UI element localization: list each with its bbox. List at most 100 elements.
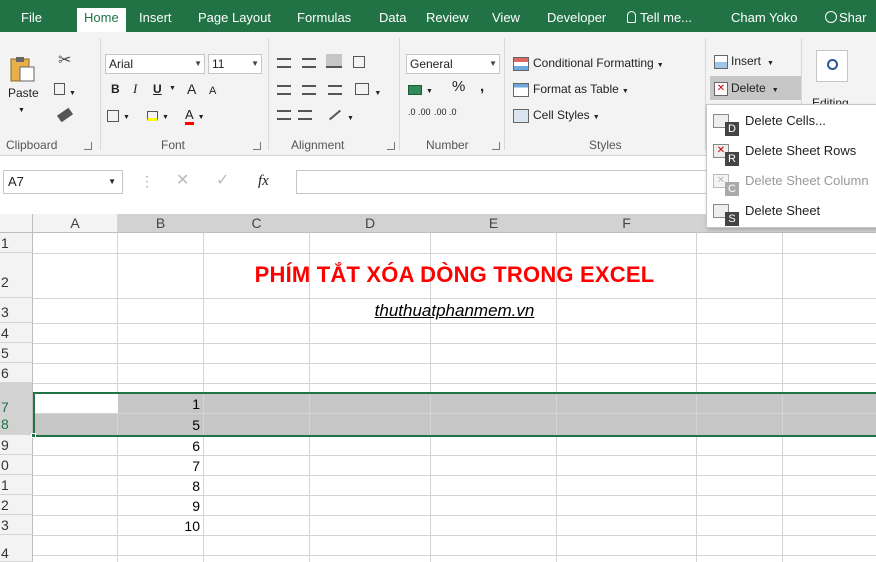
column-header-a[interactable]: A [33, 214, 118, 233]
row-header-8[interactable]: 8 [0, 413, 33, 435]
cell-b11[interactable]: 8 [118, 477, 200, 495]
tab-formulas[interactable]: Formulas [290, 8, 358, 32]
worksheet-grid[interactable]: A B C D E F G H 1 2 3 [0, 210, 876, 562]
tell-me-box[interactable]: Tell me... [627, 8, 723, 28]
sheet-title[interactable]: PHÍM TẮT XÓA DÒNG TRONG EXCEL [33, 260, 876, 290]
find-button[interactable] [816, 50, 848, 82]
menu-item-delete-cells[interactable]: D Delete Cells... [707, 109, 876, 139]
grow-font-button[interactable]: A [187, 80, 196, 98]
tab-developer[interactable]: Developer [540, 8, 613, 32]
paste-label: Paste [8, 86, 39, 100]
styles-group-label: Styles [589, 138, 622, 152]
cell-b7[interactable]: 1 [118, 395, 200, 413]
row-header-3[interactable]: 3 [0, 298, 33, 323]
row-header-14[interactable]: 4 [0, 535, 33, 562]
align-bottom-icon [325, 54, 342, 68]
conditional-formatting-label: Conditional Formatting [533, 56, 654, 70]
fill-color-button[interactable]: ▼ [147, 106, 169, 127]
insert-label: Insert [731, 54, 762, 68]
row-header-13[interactable]: 3 [0, 515, 33, 535]
chevron-down-icon: ▼ [621, 88, 629, 95]
font-color-button[interactable]: A ▼ [185, 106, 205, 127]
percent-button[interactable]: % [452, 78, 465, 96]
menu-item-delete-sheet[interactable]: S Delete Sheet [707, 199, 876, 229]
user-name[interactable]: Cham Yoko [731, 8, 798, 28]
font-launcher-icon[interactable] [253, 142, 261, 150]
menu-item-delete-sheet-columns[interactable]: ✕ C Delete Sheet Column [707, 169, 876, 199]
row-header-5[interactable]: 5 [0, 343, 33, 363]
cell-b12[interactable]: 9 [118, 497, 200, 515]
currency-button[interactable]: ▼ [408, 80, 433, 101]
name-box[interactable]: A7 ▼ [3, 170, 123, 194]
share-button[interactable]: Shar [825, 8, 866, 28]
tab-insert[interactable]: Insert [132, 8, 179, 32]
vertical-align-buttons[interactable] [273, 50, 393, 74]
row-header-10[interactable]: 0 [0, 455, 33, 475]
table-icon [513, 82, 529, 97]
cut-button[interactable]: ✂ [58, 52, 82, 72]
cell-b13[interactable]: 10 [118, 517, 200, 535]
delete-button[interactable]: ✕ Delete ▼ [710, 76, 802, 100]
tab-review[interactable]: Review [419, 8, 476, 32]
search-icon [826, 59, 838, 70]
paste-button[interactable]: Paste ▼ [8, 56, 39, 114]
tab-file[interactable]: File [14, 8, 49, 32]
row-header-1[interactable]: 1 [0, 233, 33, 253]
number-launcher-icon[interactable] [492, 142, 500, 150]
tab-page-layout[interactable]: Page Layout [191, 8, 278, 32]
conditional-formatting-button[interactable]: Conditional Formatting ▼ [513, 54, 664, 75]
italic-button[interactable]: I [133, 80, 137, 98]
shrink-font-button[interactable]: A [209, 82, 216, 100]
column-header-d[interactable]: D [310, 214, 431, 233]
cell-styles-button[interactable]: Cell Styles ▼ [513, 106, 600, 127]
chevron-down-icon: ▼ [489, 59, 497, 68]
copy-button[interactable]: ▼ [54, 80, 90, 100]
column-header-f[interactable]: F [557, 214, 697, 233]
underline-button[interactable]: U [153, 80, 162, 98]
bold-button[interactable]: B [111, 80, 120, 98]
chevron-down-icon: ▼ [194, 59, 202, 68]
column-header-b[interactable]: B [118, 214, 204, 233]
increase-decimal-button[interactable]: .0 .00 [408, 108, 431, 117]
chevron-down-icon: ▼ [767, 60, 774, 67]
select-all-corner[interactable] [0, 214, 33, 233]
cell-b8[interactable]: 5 [118, 416, 200, 434]
row-header-4[interactable]: 4 [0, 323, 33, 343]
gridline [33, 555, 876, 556]
tab-home[interactable]: Home [77, 8, 126, 32]
enter-icon[interactable]: ✓ [216, 172, 229, 190]
font-size-select[interactable]: 11 ▼ [208, 54, 262, 74]
row-header-11[interactable]: 1 [0, 475, 33, 495]
cancel-icon[interactable]: ✕ [176, 172, 189, 190]
menu-item-delete-sheet-rows[interactable]: ✕ R Delete Sheet Rows [707, 139, 876, 169]
row-header-9[interactable]: 9 [0, 435, 33, 455]
row-header-2[interactable]: 2 [0, 253, 33, 298]
indent-buttons[interactable]: ▼ [273, 104, 397, 126]
horizontal-align-buttons[interactable]: ▼ [273, 78, 397, 100]
cell-b10[interactable]: 7 [118, 457, 200, 475]
chevron-down-icon: ▼ [347, 115, 354, 122]
sheet-subtitle[interactable]: thuthuatphanmem.vn [33, 300, 876, 322]
tab-view[interactable]: View [485, 8, 527, 32]
insert-button[interactable]: Insert ▼ [714, 52, 774, 73]
format-painter-button[interactable] [56, 106, 82, 126]
comma-button[interactable]: , [480, 78, 484, 96]
underline-dropdown[interactable]: ▼ [169, 80, 176, 98]
column-header-c[interactable]: C [204, 214, 310, 233]
number-format-select[interactable]: General ▼ [406, 54, 500, 74]
fill-handle[interactable] [31, 433, 36, 438]
row-header-7[interactable]: 7 [0, 383, 33, 415]
decrease-decimal-button[interactable]: .00 .0 [434, 108, 457, 117]
insert-function-button[interactable]: fx [258, 172, 269, 190]
alignment-launcher-icon[interactable] [387, 142, 395, 150]
tab-data[interactable]: Data [372, 8, 413, 32]
column-header-e[interactable]: E [431, 214, 557, 233]
borders-button[interactable]: ▼ [107, 106, 130, 127]
clipboard-launcher-icon[interactable] [84, 142, 92, 150]
font-name-select[interactable]: Arial ▼ [105, 54, 205, 74]
cell-b9[interactable]: 6 [118, 437, 200, 455]
decrease-indent-icon [277, 110, 291, 120]
row-header-12[interactable]: 2 [0, 495, 33, 515]
format-as-table-button[interactable]: Format as Table ▼ [513, 80, 629, 101]
row-header-6[interactable]: 6 [0, 363, 33, 383]
